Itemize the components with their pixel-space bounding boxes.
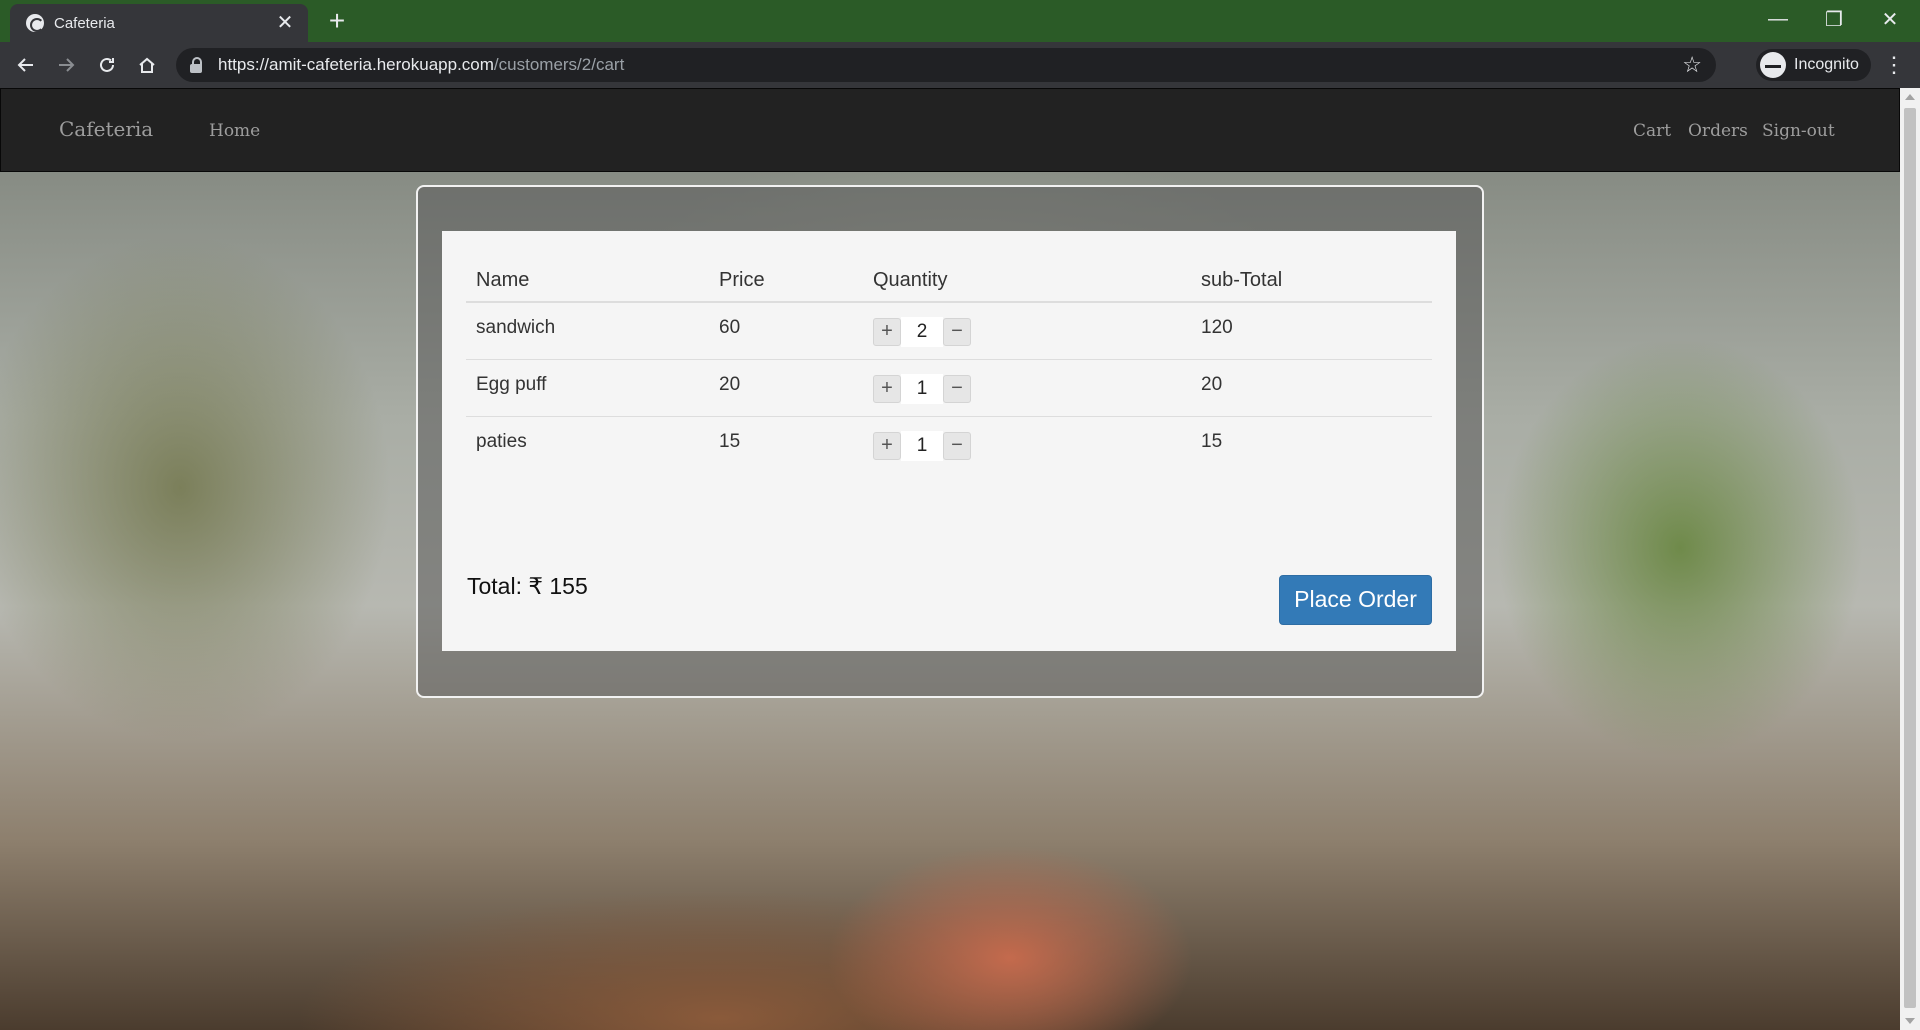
table-row: sandwich 60 + 2 − 120 [466, 303, 1432, 360]
header-quantity: Quantity [873, 269, 948, 291]
item-name: sandwich [476, 317, 556, 338]
url-host: https://amit-cafeteria.herokuapp.com [218, 55, 494, 74]
item-price: 20 [719, 374, 741, 395]
table-row: Egg puff 20 + 1 − 20 [466, 360, 1432, 417]
quantity-value: 2 [901, 317, 943, 347]
item-subtotal: 20 [1201, 374, 1223, 395]
item-name: Egg puff [476, 374, 547, 395]
tab-title: Cafeteria [54, 14, 115, 32]
place-order-button[interactable]: Place Order [1279, 575, 1432, 625]
nav-signout[interactable]: Sign-out [1762, 121, 1835, 141]
close-window-icon[interactable]: ✕ [1862, 0, 1918, 38]
quantity-value: 1 [901, 374, 943, 404]
header-subtotal: sub-Total [1201, 269, 1283, 291]
table-row: paties 15 + 1 − 15 [466, 417, 1432, 474]
increment-button[interactable]: + [873, 432, 901, 460]
page-scrollbar[interactable] [1900, 88, 1920, 1030]
site-navbar: Cafeteria Home Cart Orders Sign-out [0, 88, 1900, 172]
scrollbar-thumb[interactable] [1904, 108, 1916, 1008]
table-header: Name Price Quantity sub-Total [466, 255, 1432, 303]
nav-cart[interactable]: Cart [1633, 121, 1671, 141]
globe-icon [26, 14, 44, 32]
incognito-profile-button[interactable]: Incognito [1756, 49, 1871, 81]
item-price: 60 [719, 317, 741, 338]
quantity-stepper: + 1 − [863, 374, 1191, 404]
close-tab-icon[interactable]: ✕ [274, 12, 296, 34]
browser-tab[interactable]: Cafeteria ✕ [10, 4, 308, 42]
forward-icon[interactable] [50, 49, 82, 81]
cart-total: Total: ₹ 155 [467, 573, 588, 599]
incognito-label: Incognito [1794, 56, 1859, 73]
star-icon[interactable]: ☆ [1682, 52, 1702, 78]
decrement-button[interactable]: − [943, 318, 971, 346]
home-icon[interactable] [131, 49, 163, 81]
increment-button[interactable]: + [873, 318, 901, 346]
address-bar[interactable]: https://amit-cafeteria.herokuapp.com /cu… [176, 48, 1716, 82]
item-subtotal: 15 [1201, 431, 1223, 452]
increment-button[interactable]: + [873, 375, 901, 403]
quantity-stepper: + 2 − [863, 317, 1191, 347]
scroll-down-icon[interactable] [1905, 1018, 1915, 1024]
browser-tab-strip: Cafeteria ✕ + — ❐ ✕ [0, 0, 1920, 42]
page-viewport: Cafeteria Home Cart Orders Sign-out Name… [0, 88, 1900, 1030]
url-path: /customers/2/cart [493, 55, 625, 74]
decrement-button[interactable]: − [943, 432, 971, 460]
cart-panel: Name Price Quantity sub-Total sandwich 6… [416, 185, 1484, 698]
minimize-icon[interactable]: — [1750, 0, 1806, 38]
item-name: paties [476, 431, 527, 452]
new-tab-button[interactable]: + [322, 7, 352, 36]
cart-table: Name Price Quantity sub-Total sandwich 6… [466, 255, 1432, 474]
item-subtotal: 120 [1201, 317, 1233, 338]
header-name: Name [476, 269, 530, 291]
quantity-value: 1 [901, 431, 943, 461]
header-price: Price [719, 269, 765, 291]
browser-toolbar: https://amit-cafeteria.herokuapp.com /cu… [0, 42, 1920, 88]
item-price: 15 [719, 431, 741, 452]
decrement-button[interactable]: − [943, 375, 971, 403]
reload-icon[interactable] [91, 49, 123, 81]
nav-orders[interactable]: Orders [1688, 121, 1748, 141]
brand-link[interactable]: Cafeteria [59, 117, 153, 141]
cart-card: Name Price Quantity sub-Total sandwich 6… [442, 231, 1456, 651]
incognito-icon [1760, 52, 1786, 78]
lock-icon [190, 57, 204, 73]
quantity-stepper: + 1 − [863, 431, 1191, 461]
restore-icon[interactable]: ❐ [1806, 0, 1862, 38]
nav-home[interactable]: Home [209, 121, 260, 141]
scroll-up-icon[interactable] [1905, 94, 1915, 100]
back-icon[interactable] [10, 49, 42, 81]
menu-icon[interactable]: ⋮ [1882, 49, 1906, 81]
